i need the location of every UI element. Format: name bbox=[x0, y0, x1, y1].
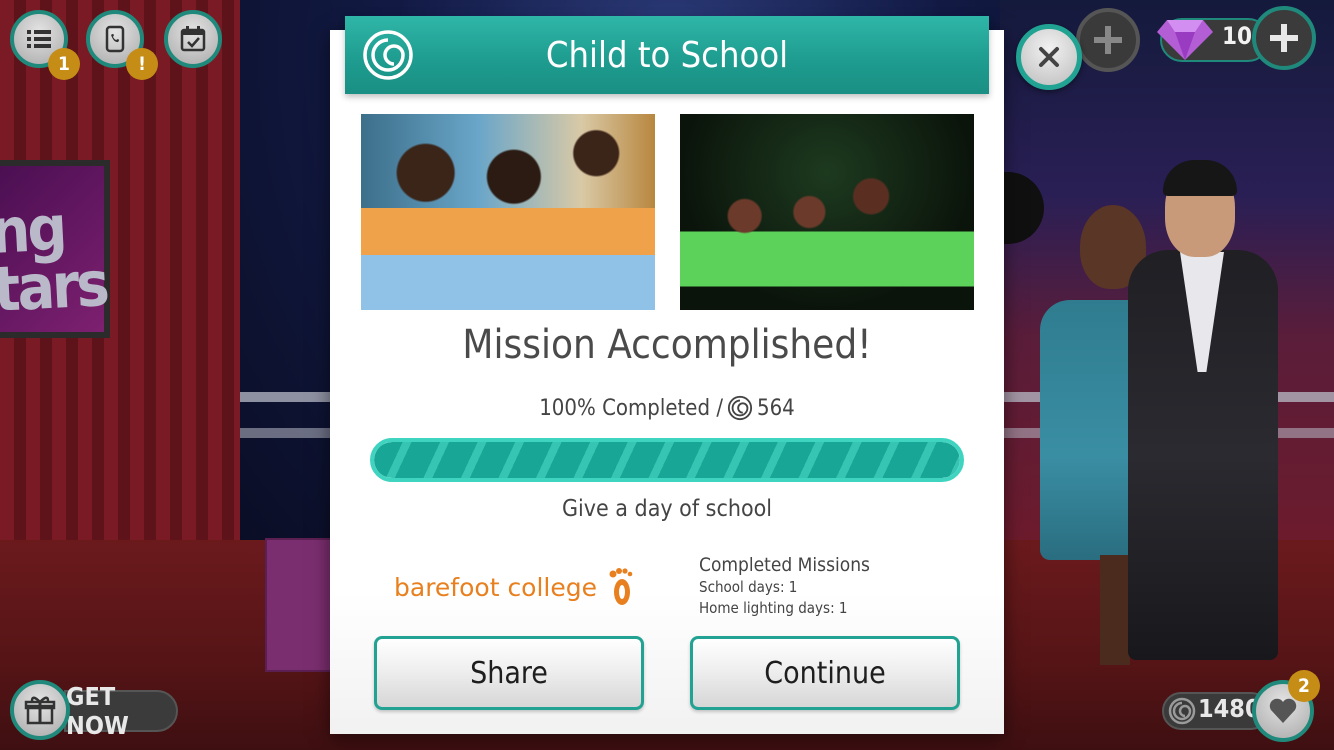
add-gems-button[interactable] bbox=[1252, 6, 1316, 70]
gems-count: 10 bbox=[1222, 22, 1253, 50]
coin-icon bbox=[1168, 697, 1196, 725]
plus-icon bbox=[1094, 26, 1122, 54]
get-now-button[interactable]: GET NOW bbox=[64, 682, 178, 740]
continue-button[interactable]: Continue bbox=[690, 636, 960, 710]
completed-item-school-days: School days: 1 bbox=[699, 578, 798, 596]
mission-photo-classroom bbox=[361, 114, 655, 310]
sponsor-name: barefoot college bbox=[394, 572, 598, 602]
phone-notification-badge: ! bbox=[126, 48, 158, 80]
gift-button[interactable] bbox=[10, 680, 70, 740]
calendar-icon bbox=[180, 26, 206, 52]
avatar-woman-legs bbox=[1100, 555, 1130, 665]
foot-icon bbox=[609, 568, 633, 605]
close-button[interactable] bbox=[1016, 24, 1082, 90]
modal-header: Child to School bbox=[345, 16, 989, 94]
sponsor-logo: barefoot college bbox=[394, 566, 635, 608]
progress-text: 100% Completed / bbox=[539, 395, 723, 421]
share-button[interactable]: Share bbox=[374, 636, 644, 710]
mission-photo-celebration bbox=[680, 114, 974, 310]
progress-fill bbox=[374, 442, 960, 478]
completed-missions-title: Completed Missions bbox=[699, 554, 870, 576]
close-icon bbox=[1039, 47, 1059, 67]
shopping-bag-prop bbox=[265, 538, 335, 672]
mission-progress-bar bbox=[370, 438, 964, 482]
list-icon bbox=[27, 30, 51, 48]
modal-title: Child to School bbox=[545, 34, 789, 76]
calendar-button[interactable] bbox=[164, 10, 222, 68]
show-sign-text: ng tars bbox=[0, 191, 109, 326]
progress-summary: 100% Completed / 564 bbox=[330, 395, 1004, 421]
completed-item-lighting-days: Home lighting days: 1 bbox=[699, 599, 848, 617]
reward-amount: 564 bbox=[757, 395, 795, 421]
heart-icon bbox=[1269, 698, 1297, 723]
spiral-logo-icon bbox=[727, 395, 753, 421]
gift-icon bbox=[24, 696, 56, 725]
completed-missions-panel: Completed Missions School days: 1 Home l… bbox=[699, 553, 870, 619]
spiral-logo-icon bbox=[363, 30, 413, 80]
mission-headline: Mission Accomplished! bbox=[462, 322, 872, 368]
phone-icon bbox=[105, 25, 125, 53]
likes-badge: 2 bbox=[1288, 670, 1320, 702]
plus-icon bbox=[1270, 24, 1298, 52]
menu-notification-badge: 1 bbox=[48, 48, 80, 80]
gem-icon bbox=[1157, 20, 1213, 60]
mission-description: Give a day of school bbox=[561, 496, 773, 522]
add-currency-button[interactable] bbox=[1076, 8, 1140, 72]
